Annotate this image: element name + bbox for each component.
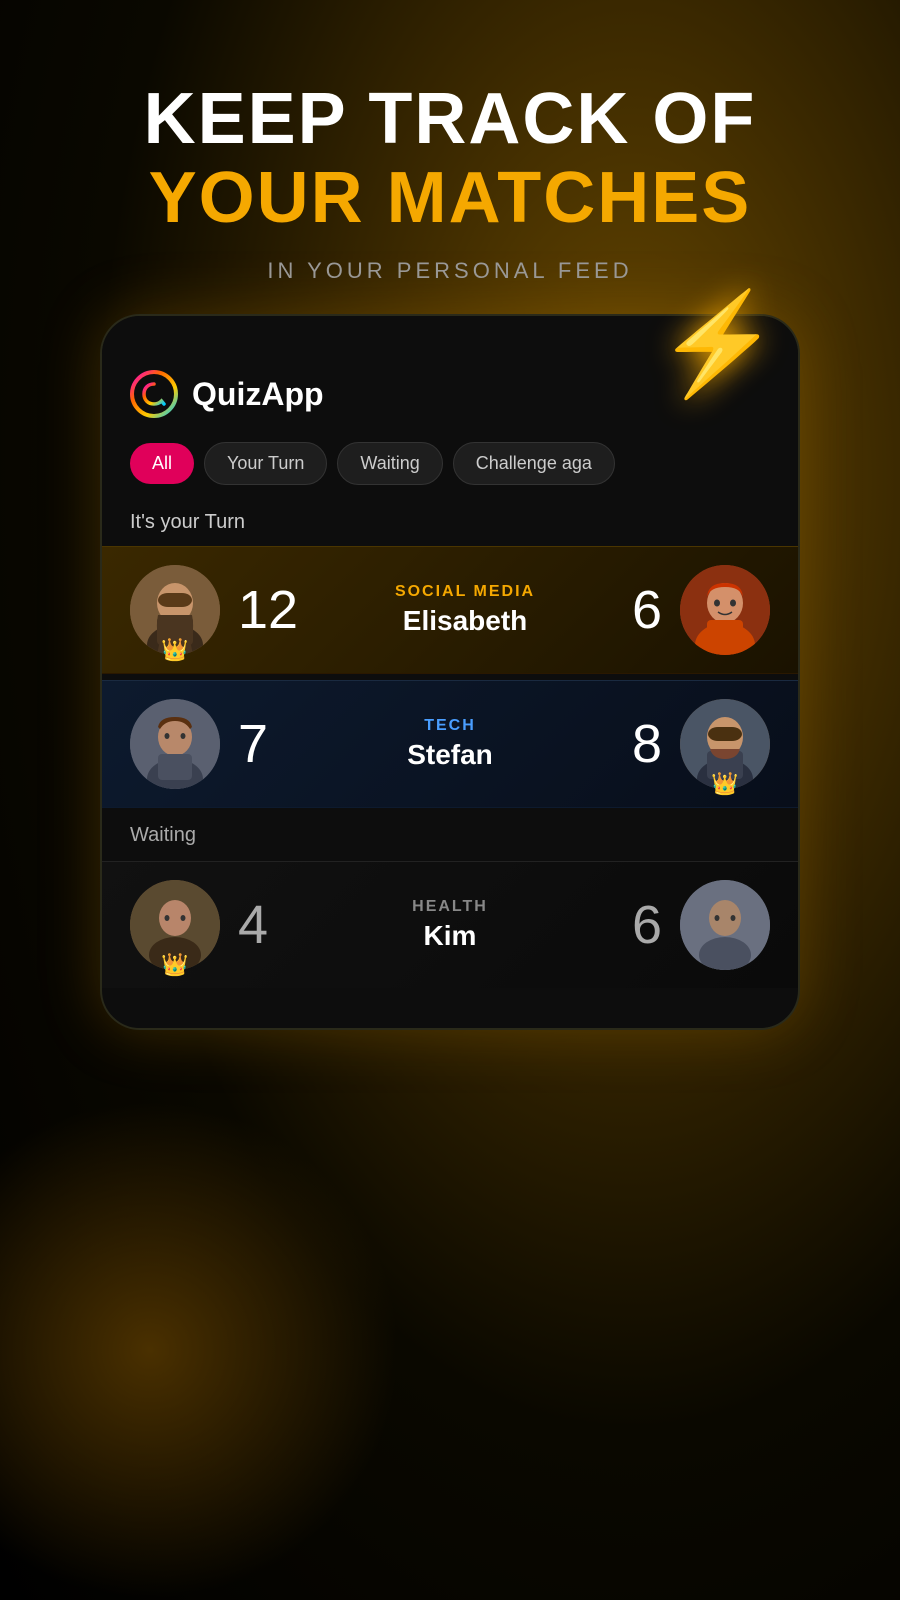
player-left-1: 👑: [130, 565, 220, 655]
phone-screen: QuizApp All Your Turn Waiting Challenge …: [100, 314, 800, 1030]
avatar-right-3: [680, 880, 770, 970]
tab-all[interactable]: All: [130, 443, 194, 484]
player-left-3: 👑: [130, 880, 220, 970]
avatar-right-1: [680, 565, 770, 655]
score-right-3: 6: [632, 894, 662, 956]
score-right-1: 6: [632, 579, 662, 641]
subheadline: IN YOUR PERSONAL FEED: [267, 258, 632, 284]
app-name-label: QuizApp: [192, 376, 324, 413]
phone-mockup: ⚡ QuizA: [100, 314, 800, 1030]
match-center-3: HEALTH Kim: [286, 898, 614, 952]
your-turn-section-label: It's your Turn: [102, 501, 798, 540]
score-right-2: 8: [632, 713, 662, 775]
match-opponent-1: Elisabeth: [403, 605, 527, 637]
headline-block: KEEP TRACK OF YOUR MATCHES: [144, 80, 757, 238]
match-center-2: TECH Stefan: [286, 717, 614, 771]
score-left-1: 12: [238, 579, 298, 641]
player-right-1: [680, 565, 770, 655]
app-logo-icon: [130, 370, 178, 418]
score-left-3: 4: [238, 894, 268, 956]
match-category-3: HEALTH: [412, 898, 488, 916]
crown-left-1: 👑: [161, 637, 188, 663]
match-center-1: SOCIAL MEDIA Elisabeth: [316, 583, 614, 637]
avatar-left-2: [130, 699, 220, 789]
tab-your-turn[interactable]: Your Turn: [204, 442, 327, 485]
tab-bar: All Your Turn Waiting Challenge aga: [102, 434, 798, 501]
waiting-section-label: Waiting: [102, 808, 798, 855]
tab-waiting[interactable]: Waiting: [337, 442, 442, 485]
score-left-2: 7: [238, 713, 268, 775]
crown-left-3: 👑: [161, 952, 188, 978]
crown-right-2: 👑: [711, 771, 738, 797]
match-opponent-3: Kim: [424, 920, 477, 952]
headline-line1: KEEP TRACK OF: [144, 80, 757, 159]
player-left-2: [130, 699, 220, 789]
match-category-2: TECH: [424, 717, 476, 735]
match-card-3[interactable]: 👑 4 HEALTH Kim 6: [102, 861, 798, 988]
player-right-2: 👑: [680, 699, 770, 789]
match-opponent-2: Stefan: [407, 739, 493, 771]
match-card-2[interactable]: 7 TECH Stefan 8: [102, 680, 798, 808]
tab-challenge[interactable]: Challenge aga: [453, 442, 615, 485]
match-category-1: SOCIAL MEDIA: [395, 583, 535, 601]
lightning-icon: ⚡: [655, 294, 780, 394]
player-right-3: [680, 880, 770, 970]
match-card-1[interactable]: 👑 12 SOCIAL MEDIA Elisabeth 6: [102, 546, 798, 674]
headline-line2: YOUR MATCHES: [144, 159, 757, 238]
